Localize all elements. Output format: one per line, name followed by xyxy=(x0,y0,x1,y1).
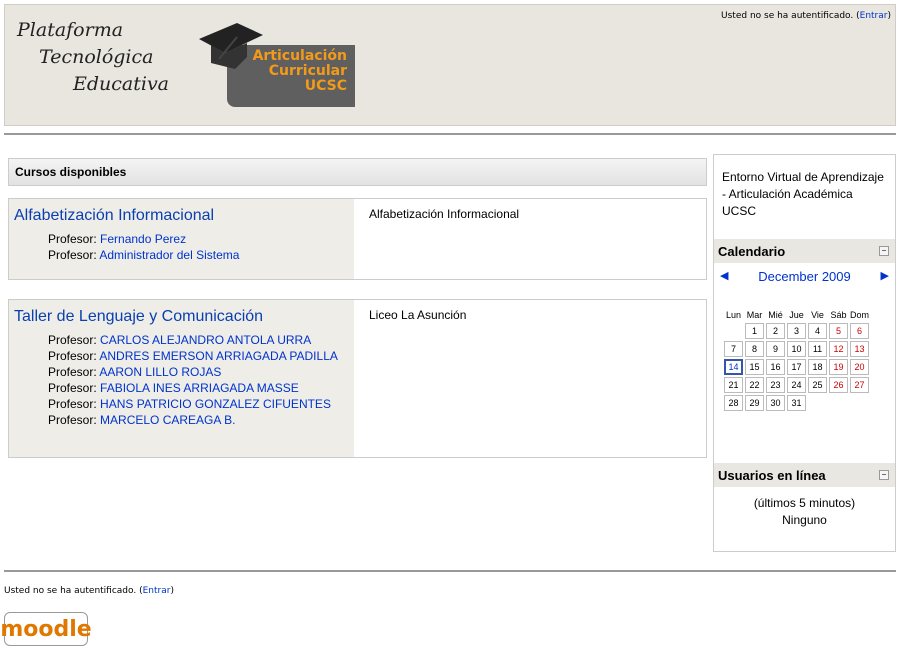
month-link[interactable]: December 2009 xyxy=(714,269,895,284)
calendar-day[interactable]: 5 xyxy=(829,323,848,339)
calendar-day[interactable]: 29 xyxy=(745,395,764,411)
calendar-day[interactable]: 25 xyxy=(808,377,827,393)
calendar-day[interactable]: 31 xyxy=(787,395,806,411)
calendar-block-header: Calendario − xyxy=(714,239,895,263)
right-sidebar: Entorno Virtual de Aprendizaje - Articul… xyxy=(713,154,896,552)
calendar-day[interactable]: 23 xyxy=(766,377,785,393)
moodle-logo-text: moodle xyxy=(0,616,92,642)
online-period: (últimos 5 minutos) xyxy=(753,496,856,510)
teacher-row: Profesor: Fernando Perez xyxy=(48,232,187,246)
course-summary: Liceo La Asunción xyxy=(354,300,706,457)
moodle-logo-link[interactable]: moodle xyxy=(0,612,92,646)
weekday-label: Mar xyxy=(746,310,763,320)
calendar-day[interactable]: 1 xyxy=(745,323,764,339)
teacher-link[interactable]: HANS PATRICIO GONZALEZ CIFUENTES xyxy=(100,397,331,411)
online-users-value: Ninguno xyxy=(782,513,827,527)
teacher-link[interactable]: FABIOLA INES ARRIAGADA MASSE xyxy=(100,381,299,395)
teacher-link[interactable]: Fernando Perez xyxy=(100,232,186,246)
calendar-day[interactable]: 26 xyxy=(829,377,848,393)
calendar-empty-cell xyxy=(829,395,848,411)
articulacion-badge: Articulación Curricular UCSC xyxy=(197,13,355,107)
header-divider xyxy=(4,133,896,135)
weekday-label: Vie xyxy=(811,310,824,320)
teacher-link[interactable]: AARON LILLO ROJAS xyxy=(99,365,221,379)
teacher-link[interactable]: CARLOS ALEJANDRO ANTOLA URRA xyxy=(100,333,311,347)
calendar-title: Calendario xyxy=(718,244,786,259)
site-description: Entorno Virtual de Aprendizaje - Articul… xyxy=(722,170,884,218)
teacher-row: Profesor: CARLOS ALEJANDRO ANTOLA URRA xyxy=(48,333,312,347)
next-month-icon[interactable]: ▶ xyxy=(881,269,889,282)
login-link[interactable]: Entrar xyxy=(860,11,888,21)
teacher-row: Profesor: AARON LILLO ROJAS xyxy=(48,365,222,379)
footer-login-info: Usted no se ha autentificado. (Entrar) xyxy=(4,586,174,596)
calendar-day[interactable]: 10 xyxy=(787,341,806,357)
calendar-empty-cell xyxy=(850,395,869,411)
calendar-day[interactable]: 12 xyxy=(829,341,848,357)
calendar-day[interactable]: 3 xyxy=(787,323,806,339)
calendar-day[interactable]: 11 xyxy=(808,341,827,357)
courses-heading: Cursos disponibles xyxy=(8,158,707,186)
calendar-day[interactable]: 7 xyxy=(724,341,743,357)
teacher-link[interactable]: Administrador del Sistema xyxy=(99,248,239,262)
site-logo-text: Plataforma Tecnológica Educativa xyxy=(17,17,169,98)
course-row: Taller de Lenguaje y Comunicación Profes… xyxy=(8,299,707,458)
calendar-day[interactable]: 9 xyxy=(766,341,785,357)
calendar-empty-cell xyxy=(724,323,743,339)
calendar-day[interactable]: 28 xyxy=(724,395,743,411)
weekday-label: Jue xyxy=(789,310,804,320)
calendar-day[interactable]: 4 xyxy=(808,323,827,339)
course-title-link[interactable]: Taller de Lenguaje y Comunicación xyxy=(14,308,263,326)
calendar-empty-cell xyxy=(808,395,827,411)
course-info: Alfabetización Informacional Profesor: F… xyxy=(9,199,354,279)
online-users-title: Usuarios en línea xyxy=(718,468,826,483)
teacher-link[interactable]: MARCELO CAREAGA B. xyxy=(100,413,235,427)
footer-divider xyxy=(4,570,896,572)
course-title-link[interactable]: Alfabetización Informacional xyxy=(14,207,214,225)
logo-line: Tecnológica xyxy=(39,46,154,68)
teacher-row: Profesor: FABIOLA INES ARRIAGADA MASSE xyxy=(48,381,299,395)
logo-line: Educativa xyxy=(73,73,170,95)
course-summary: Alfabetización Informacional xyxy=(354,199,706,279)
calendar-day[interactable]: 18 xyxy=(808,359,827,375)
site-header: Plataforma Tecnológica Educativa Articul… xyxy=(4,4,896,126)
calendar-day[interactable]: 30 xyxy=(766,395,785,411)
teacher-row: Profesor: MARCELO CAREAGA B. xyxy=(48,413,236,427)
teacher-link[interactable]: ANDRES EMERSON ARRIAGADA PADILLA xyxy=(99,349,338,363)
calendar-table: Lun Mar Mié Jue Vie Sáb Dom 1 2 3 4 5 6 7 8 9 10 11 12 13 1… xyxy=(722,307,871,413)
calendar-day[interactable]: 2 xyxy=(766,323,785,339)
collapse-icon[interactable]: − xyxy=(879,470,889,480)
weekday-label: Mié xyxy=(768,310,783,320)
calendar-day[interactable]: 13 xyxy=(850,341,870,357)
calendar-day[interactable]: 6 xyxy=(850,323,870,339)
course-row: Alfabetización Informacional Profesor: F… xyxy=(8,198,707,280)
weekday-label: Dom xyxy=(850,310,870,320)
calendar-day[interactable]: 16 xyxy=(766,359,785,375)
online-users-content: (últimos 5 minutos) Ninguno xyxy=(714,495,895,529)
teacher-row: Profesor: ANDRES EMERSON ARRIAGADA PADIL… xyxy=(48,349,338,363)
calendar-day[interactable]: 22 xyxy=(745,377,764,393)
calendar-day[interactable]: 20 xyxy=(850,359,870,375)
login-info: Usted no se ha autentificado. (Entrar) xyxy=(721,11,891,21)
calendar-day[interactable]: 8 xyxy=(745,341,764,357)
weekday-label: Lun xyxy=(725,310,742,320)
calendar-day[interactable]: 14 xyxy=(724,359,743,375)
calendar-day[interactable]: 24 xyxy=(787,377,806,393)
weekday-label: Sáb xyxy=(830,310,847,320)
calendar-day[interactable]: 21 xyxy=(724,377,743,393)
calendar-day[interactable]: 15 xyxy=(745,359,764,375)
teacher-row: Profesor: HANS PATRICIO GONZALEZ CIFUENT… xyxy=(48,397,331,411)
calendar-day[interactable]: 19 xyxy=(829,359,848,375)
footer-login-link[interactable]: Entrar xyxy=(143,586,171,596)
online-users-block-header: Usuarios en línea − xyxy=(714,463,895,487)
collapse-icon[interactable]: − xyxy=(879,246,889,256)
calendar-day[interactable]: 17 xyxy=(787,359,806,375)
teacher-row: Profesor: Administrador del Sistema xyxy=(48,248,240,262)
badge-text: Articulación Curricular UCSC xyxy=(252,48,347,94)
calendar-navigation: ◀ December 2009 ▶ xyxy=(714,267,895,287)
logo-line: Plataforma xyxy=(17,19,124,41)
course-info: Taller de Lenguaje y Comunicación Profes… xyxy=(9,300,354,457)
calendar-day[interactable]: 27 xyxy=(850,377,870,393)
